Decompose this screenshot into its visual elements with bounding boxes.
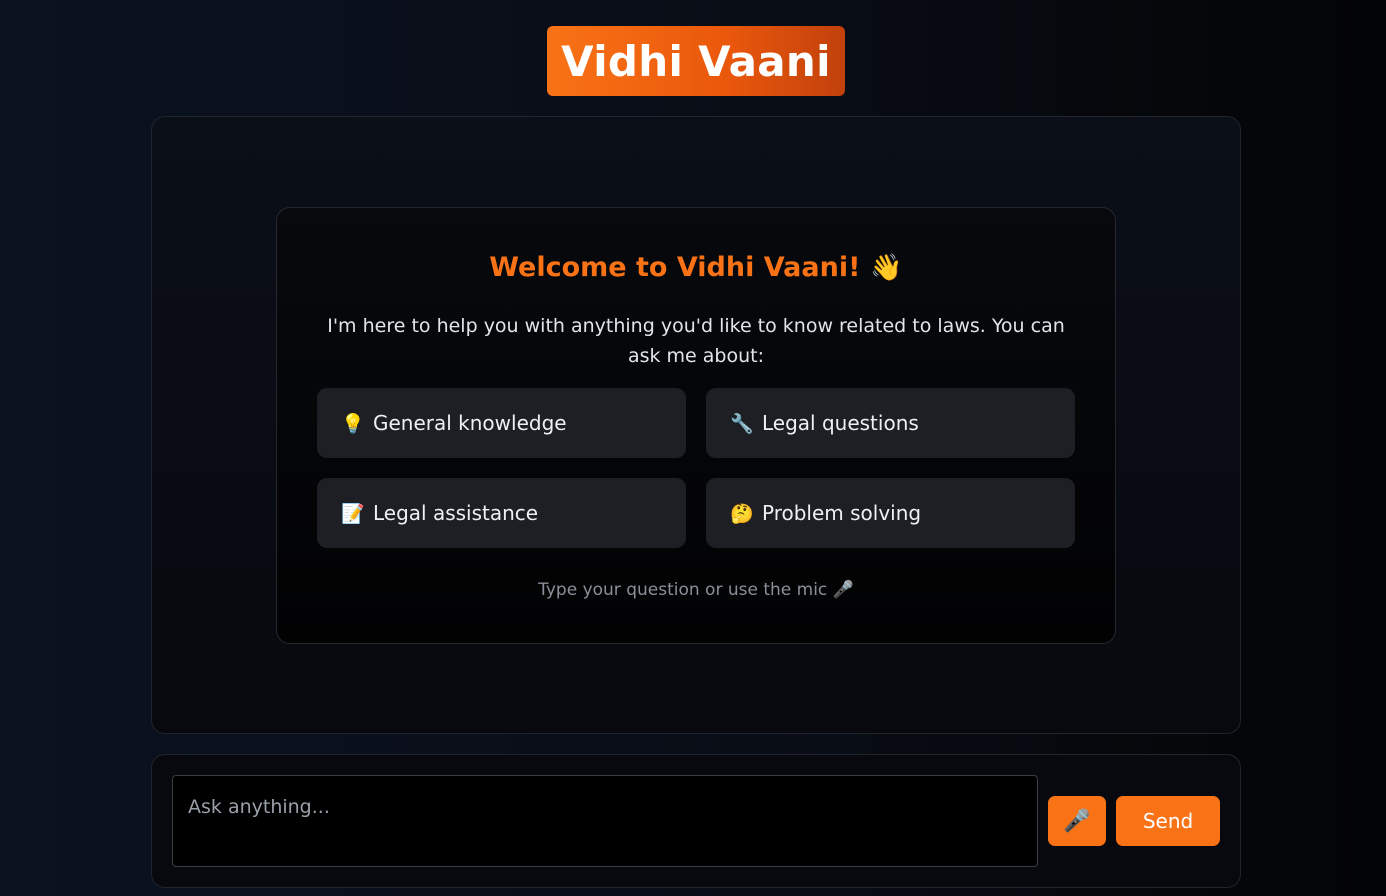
app-logo: Vidhi Vaani <box>547 26 845 96</box>
thinking-face-icon: 🤔 <box>730 502 754 525</box>
topic-legal-questions[interactable]: 🔧 Legal questions <box>706 388 1075 458</box>
chat-panel: Welcome to Vidhi Vaani! 👋 I'm here to hel… <box>151 116 1241 734</box>
topic-problem-solving[interactable]: 🤔 Problem solving <box>706 478 1075 548</box>
memo-icon: 📝 <box>341 502 365 525</box>
welcome-intro: I'm here to help you with anything you'd… <box>327 315 1065 367</box>
welcome-card: Welcome to Vidhi Vaani! 👋 I'm here to hel… <box>276 207 1116 644</box>
topic-label: Legal assistance <box>373 501 539 525</box>
welcome-heading: Welcome to Vidhi Vaani! 👋 <box>277 252 1115 283</box>
topic-label: Problem solving <box>762 501 922 525</box>
microphone-icon: 🎤 <box>1063 808 1091 833</box>
mic-button[interactable]: 🎤 <box>1048 796 1106 846</box>
input-hint: Type your question or use the mic 🎤 <box>538 580 854 600</box>
wrench-icon: 🔧 <box>730 412 754 435</box>
app-title: Vidhi Vaani <box>561 36 831 86</box>
composer-panel: 🎤 Send <box>151 754 1241 888</box>
lightbulb-icon: 💡 <box>341 412 365 435</box>
waving-hand-icon: 👋 <box>870 253 903 283</box>
topic-label: Legal questions <box>762 411 919 435</box>
ask-input[interactable] <box>172 775 1038 867</box>
topic-general-knowledge[interactable]: 💡 General knowledge <box>317 388 686 458</box>
welcome-title: Welcome to Vidhi Vaani! <box>489 252 861 283</box>
topic-legal-assistance[interactable]: 📝 Legal assistance <box>317 478 686 548</box>
send-button[interactable]: Send <box>1116 796 1220 846</box>
topic-label: General knowledge <box>373 411 567 435</box>
